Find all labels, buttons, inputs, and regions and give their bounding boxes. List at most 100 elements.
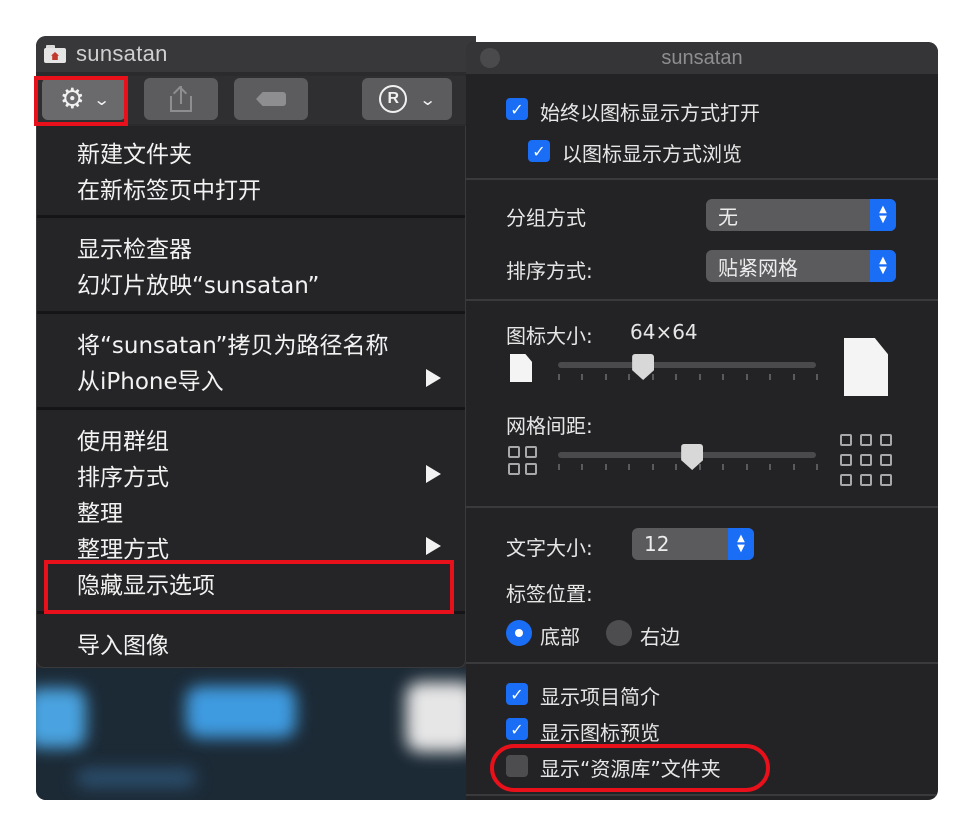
menu-item-label: 显示检查器: [77, 237, 192, 263]
slider-tick: [769, 464, 772, 470]
menu-item-slideshow[interactable]: 幻灯片放映“sunsatan”: [37, 265, 465, 301]
text-size-label: 文字大小:: [506, 536, 593, 560]
icon-size-slider-knob[interactable]: [632, 354, 655, 380]
label-position-label: 标签位置:: [506, 582, 593, 606]
checkmark-icon: ✓: [532, 141, 546, 161]
grid-wide-icon: [840, 434, 892, 486]
slider-tick: [698, 374, 701, 380]
label-position-right-radio[interactable]: [606, 620, 632, 646]
menu-item-label: 整理: [77, 501, 123, 527]
menu-item-label: 排序方式: [77, 465, 169, 491]
sort-by-value: 贴紧网格: [718, 255, 798, 280]
slider-tick: [628, 374, 631, 380]
slider-tick: [698, 464, 701, 470]
window-title: sunsatan: [76, 41, 168, 66]
checkmark-icon: ✓: [510, 719, 524, 739]
menu-item-clean-up[interactable]: 整理: [37, 493, 465, 529]
tag-button[interactable]: [234, 78, 308, 120]
grid-spacing-label: 网格间距:: [506, 414, 593, 438]
always-icon-view-label: 始终以图标显示方式打开: [540, 101, 760, 125]
slider-tick: [581, 374, 584, 380]
slider-tick: [628, 464, 631, 470]
slider-tick: [816, 464, 818, 470]
slider-tick: [745, 374, 748, 380]
slider-tick: [722, 464, 725, 470]
group-by-value: 无: [718, 204, 738, 229]
label-position-bottom-label: 底部: [540, 625, 580, 649]
sort-by-select[interactable]: 贴紧网格 ▲ ▼: [706, 250, 896, 282]
submenu-arrow-icon: [426, 369, 441, 387]
section-divider: [466, 506, 938, 508]
always-icon-view-checkbox[interactable]: ✓: [506, 98, 528, 120]
text-size-value: 12: [644, 532, 670, 556]
highlight-action-button: [34, 76, 128, 126]
menu-item-show-inspector[interactable]: 显示检查器: [37, 229, 465, 265]
close-button[interactable]: [480, 48, 500, 68]
stepper-icon: ▲ ▼: [870, 199, 896, 231]
menu-item-open-in-new-tab[interactable]: 在新标签页中打开: [37, 170, 465, 206]
browse-icon-view-label: 以图标显示方式浏览: [562, 142, 742, 166]
menu-separator: [37, 407, 465, 410]
menu-item-use-groups[interactable]: 使用群组: [37, 421, 465, 457]
slider-tick: [651, 374, 654, 380]
tag-icon: [256, 92, 286, 106]
menu-item-label: 将“sunsatan”拷贝为路径名称: [77, 333, 389, 359]
slider-tick: [675, 464, 678, 470]
menu-separator: [37, 215, 465, 218]
menu-item-import-from-iphone[interactable]: 从iPhone导入: [37, 361, 465, 397]
group-by-label: 分组方式: [506, 206, 586, 230]
text-size-select[interactable]: 12 ▲ ▼: [632, 528, 754, 560]
stepper-icon: ▲ ▼: [870, 250, 896, 282]
menu-item-label: 导入图像: [77, 633, 169, 659]
section-divider: [466, 178, 938, 180]
slider-tick: [792, 464, 795, 470]
highlight-hide-view-options: [44, 560, 454, 614]
section-divider: [466, 794, 938, 796]
slider-tick: [769, 374, 772, 380]
menu-item-new-folder[interactable]: 新建文件夹: [37, 134, 465, 170]
menu-item-copy-path[interactable]: 将“sunsatan”拷贝为路径名称: [37, 325, 465, 361]
menu-item-label: 幻灯片放映“sunsatan”: [77, 273, 320, 299]
show-icon-preview-checkbox[interactable]: ✓: [506, 718, 528, 740]
slider-tick: [745, 464, 748, 470]
show-item-info-checkbox[interactable]: ✓: [506, 683, 528, 705]
slider-tick: [581, 464, 584, 470]
menu-item-label: 新建文件夹: [77, 142, 192, 168]
group-by-select[interactable]: 无 ▲ ▼: [706, 199, 896, 231]
large-document-icon: [844, 338, 888, 396]
slider-tick: [558, 464, 560, 470]
slider-tick: [722, 374, 725, 380]
registered-menu-button[interactable]: R ⌄: [362, 78, 452, 120]
menu-item-sort-by[interactable]: 排序方式: [37, 457, 465, 493]
checkmark-icon: ✓: [510, 684, 524, 704]
label-position-bottom-radio[interactable]: [506, 620, 532, 646]
menu-item-label: 在新标签页中打开: [77, 178, 261, 204]
show-item-info-label: 显示项目简介: [540, 685, 660, 709]
view-options-panel: sunsatan ✓ 始终以图标显示方式打开 ✓ 以图标显示方式浏览 分组方式 …: [466, 42, 938, 800]
slider-tick: [816, 374, 818, 380]
label-position-right-label: 右边: [640, 625, 680, 649]
panel-title: sunsatan: [661, 46, 743, 69]
browse-icon-view-checkbox[interactable]: ✓: [528, 140, 550, 162]
blurred-folder-content: [36, 668, 476, 800]
share-icon: [170, 85, 192, 112]
share-button[interactable]: [144, 78, 218, 120]
icon-size-slider[interactable]: [558, 362, 816, 368]
menu-separator: [37, 311, 465, 314]
menu-item-label: 从iPhone导入: [77, 369, 224, 395]
menu-item-import-images[interactable]: 导入图像: [37, 625, 465, 661]
small-document-icon: [510, 354, 532, 382]
submenu-arrow-icon: [426, 465, 441, 483]
slider-tick: [604, 464, 607, 470]
slider-tick: [604, 374, 607, 380]
home-folder-icon: [44, 45, 68, 63]
slider-tick: [558, 374, 560, 380]
icon-size-value: 64×64: [630, 320, 698, 344]
section-divider: [466, 299, 938, 301]
submenu-arrow-icon: [426, 537, 441, 555]
panel-title-bar: sunsatan: [466, 42, 938, 74]
highlight-show-library-folder: [490, 744, 770, 792]
slider-tick: [675, 374, 678, 380]
grid-narrow-icon: [508, 446, 537, 475]
slider-tick: [651, 464, 654, 470]
